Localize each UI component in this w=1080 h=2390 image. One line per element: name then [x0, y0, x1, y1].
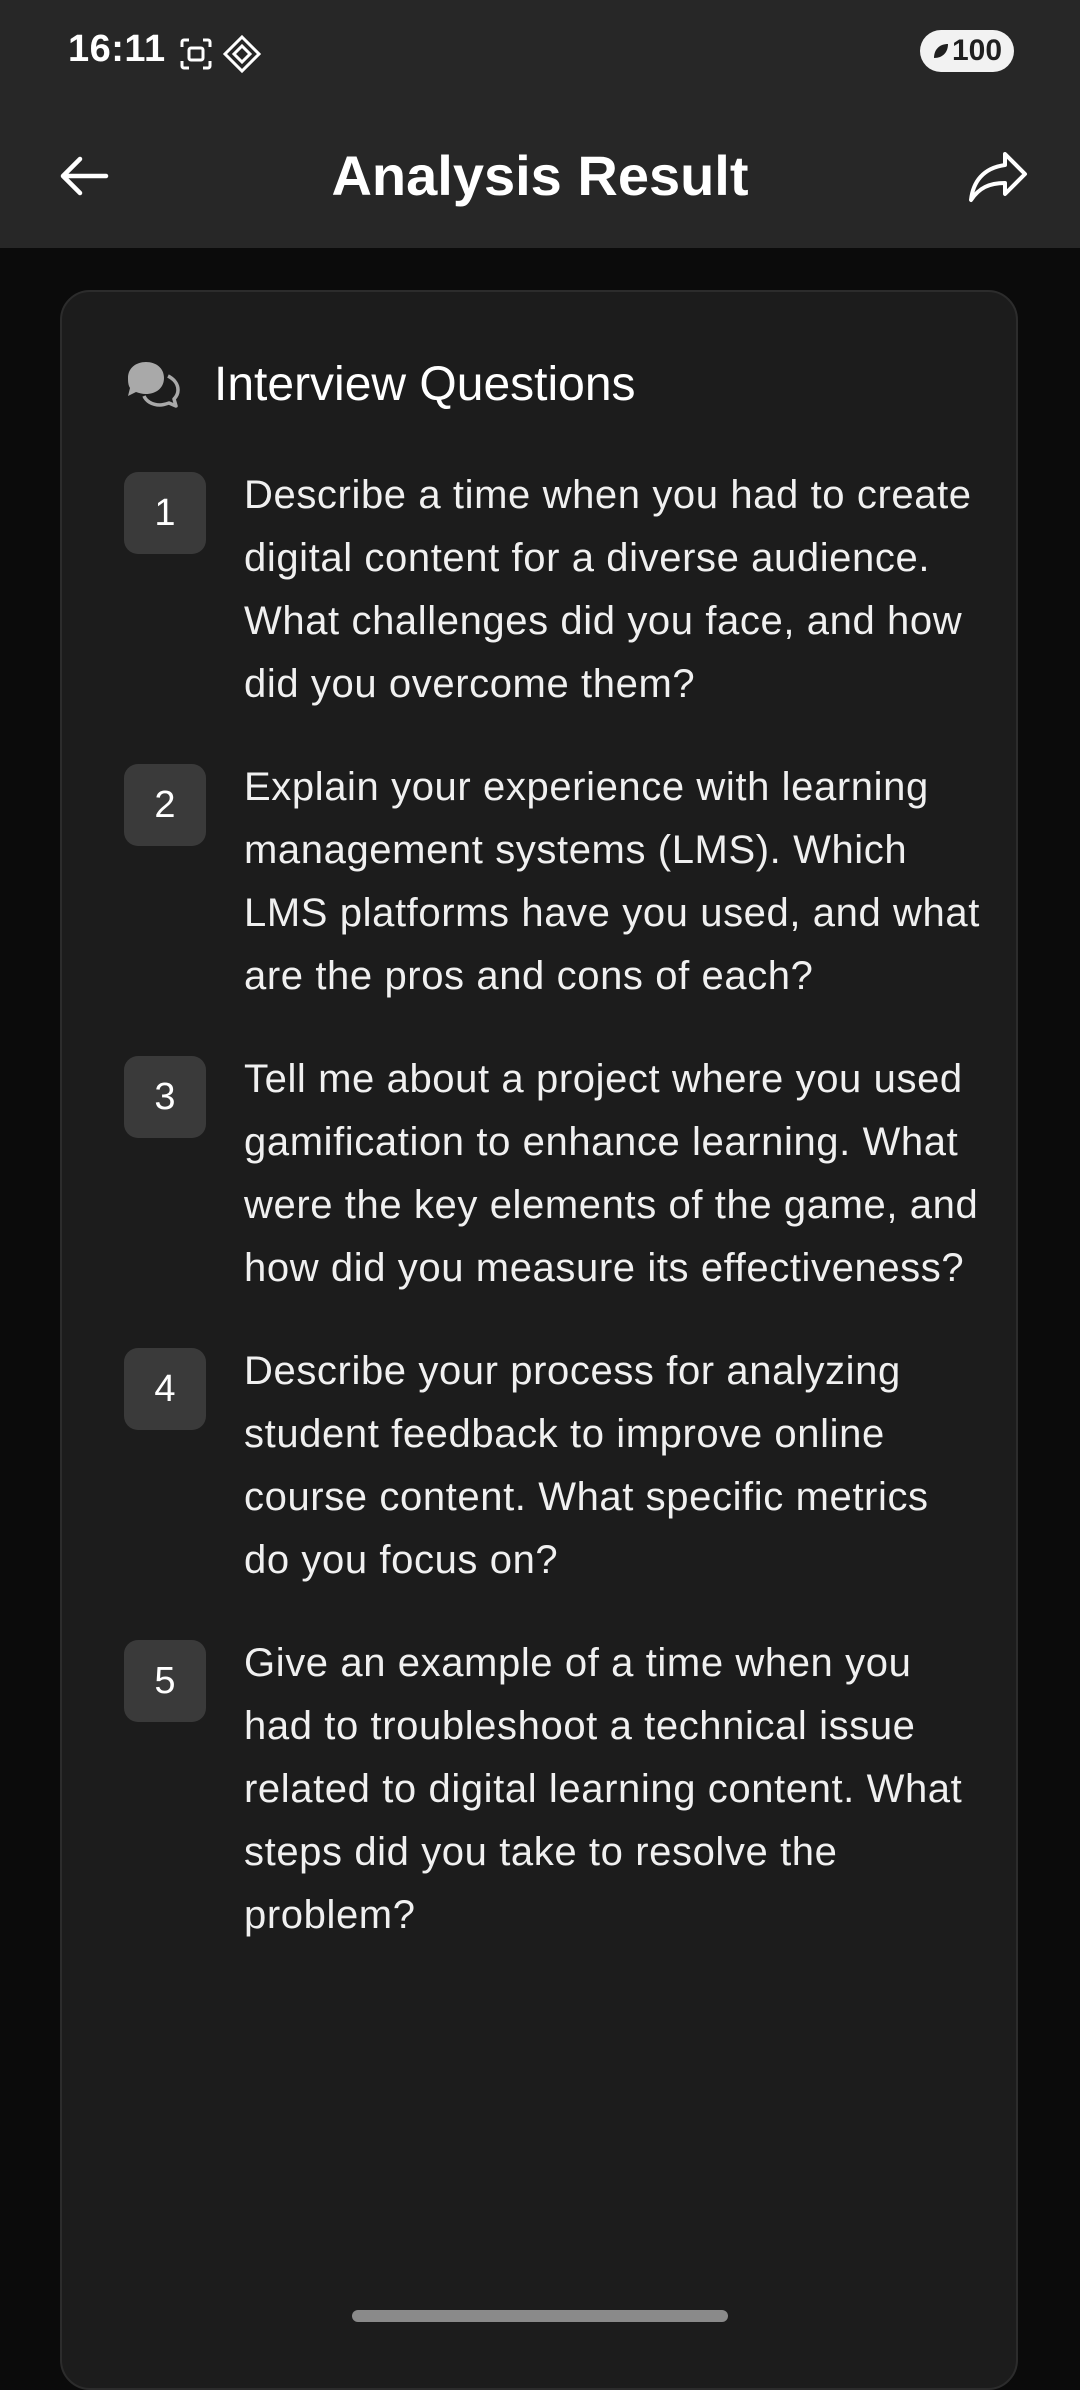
question-number-badge: 1 — [124, 472, 206, 554]
question-text: Describe your process for analyzing stud… — [244, 1349, 929, 1582]
question-text: Tell me about a project where you used g… — [244, 1057, 979, 1290]
card-title: Interview Questions — [214, 357, 636, 411]
question-text: Give an example of a time when you had t… — [244, 1641, 963, 1937]
question-text: Explain your experience with learning ma… — [244, 765, 980, 998]
question-list: 1 Describe a time when you had to create… — [124, 472, 984, 1995]
interview-questions-card: Interview Questions 1 Describe a time wh… — [60, 290, 1018, 2390]
chat-bubbles-icon — [128, 362, 180, 408]
battery-indicator: 100 — [920, 30, 1014, 72]
question-number-badge: 5 — [124, 1640, 206, 1722]
list-item: 2 Explain your experience with learning … — [124, 764, 984, 1008]
question-text: Describe a time when you had to create d… — [244, 473, 972, 706]
question-number-badge: 4 — [124, 1348, 206, 1430]
page-title: Analysis Result — [331, 144, 749, 207]
share-icon — [969, 152, 1027, 202]
home-indicator[interactable] — [352, 2310, 728, 2322]
leaf-icon — [933, 44, 948, 58]
status-bar: 16:11 100 — [0, 0, 1080, 104]
share-button[interactable] — [956, 134, 1040, 218]
status-time: 16:11 — [68, 28, 166, 70]
question-number-badge: 2 — [124, 764, 206, 846]
list-item: 1 Describe a time when you had to create… — [124, 472, 984, 716]
list-item: 3 Tell me about a project where you used… — [124, 1056, 984, 1300]
question-number-badge: 3 — [124, 1056, 206, 1138]
diamond-notification-icon — [222, 34, 262, 74]
card-header: Interview Questions — [124, 356, 636, 412]
battery-level: 100 — [951, 34, 1003, 67]
app-bar: Analysis Result — [0, 104, 1080, 248]
list-item: 4 Describe your process for analyzing st… — [124, 1348, 984, 1592]
list-item: 5 Give an example of a time when you had… — [124, 1640, 984, 1947]
screenshot-icon — [180, 38, 212, 70]
